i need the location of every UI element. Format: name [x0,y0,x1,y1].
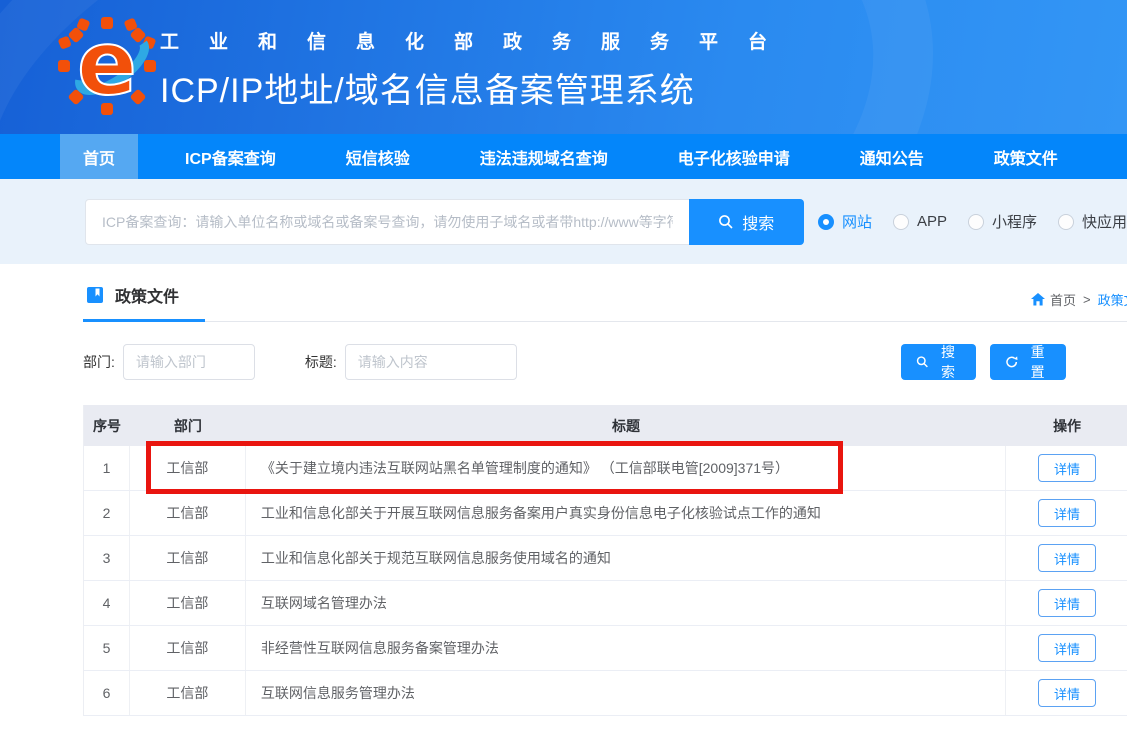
breadcrumb: 首页 > 政策文件 [1031,290,1127,309]
search-icon [916,355,929,369]
nav-item-sms-verify[interactable]: 短信核验 [346,134,410,179]
policy-table: 序号 部门 标题 操作 1 工信部 《关于建立境内违法互联网站黑名单管理制度的通… [83,405,1127,716]
header-index: 序号 [84,416,130,436]
filter-search-label: 搜索 [935,342,961,382]
icp-search-band: 搜索 网站 APP 小程序 快应用 [0,179,1127,264]
icp-search-input[interactable] [85,199,689,245]
radio-miniprogram[interactable]: 小程序 [968,211,1037,232]
detail-button[interactable]: 详情 [1038,679,1096,707]
cell-index: 1 [84,446,130,490]
breadcrumb-separator: > [1083,292,1091,307]
dept-filter-label: 部门: [83,352,115,372]
radio-quickapp-icon [1058,214,1074,230]
cell-dept: 工信部 [130,671,246,715]
icp-search-button[interactable]: 搜索 [689,199,804,245]
cell-title: 非经营性互联网信息服务备案管理办法 [246,626,1006,670]
radio-quickapp[interactable]: 快应用 [1058,211,1127,232]
home-icon [1031,293,1045,306]
platform-title: 工业和信息化部政务服务平台 [160,27,797,54]
cell-dept: 工信部 [130,536,246,580]
system-title: ICP/IP地址/域名信息备案管理系统 [160,63,797,112]
cell-dept: 工信部 [130,581,246,625]
tab-policy-files[interactable]: 政策文件 [86,283,179,307]
radio-miniprogram-icon [968,214,984,230]
nav-item-notices[interactable]: 通知公告 [860,134,924,179]
tab-active-underline [83,319,205,322]
nav-item-policy-files[interactable]: 政策文件 [994,134,1058,179]
nav-item-icp-query[interactable]: ICP备案查询 [185,134,276,179]
app-header: e 工业和信息化部政务服务平台 ICP/IP地址/域名信息备案管理系统 [0,0,1127,134]
cell-title: 互联网信息服务管理办法 [246,671,1006,715]
detail-button[interactable]: 详情 [1038,454,1096,482]
cell-title: 工业和信息化部关于规范互联网信息服务使用域名的通知 [246,536,1006,580]
section-title: 政策文件 [115,283,179,307]
radio-miniprogram-label: 小程序 [992,211,1037,232]
cell-index: 2 [84,491,130,535]
dept-filter-input[interactable] [123,344,255,380]
title-filter-input[interactable] [345,344,517,380]
title-filter-label: 标题: [305,352,337,372]
detail-button[interactable]: 详情 [1038,634,1096,662]
header-dept: 部门 [130,416,246,436]
nav-item-e-verification[interactable]: 电子化核验申请 [678,134,790,179]
breadcrumb-current: 政策文件 [1098,290,1127,309]
cell-index: 6 [84,671,130,715]
main-nav: 首页 ICP备案查询 短信核验 违法违规域名查询 电子化核验申请 通知公告 政策… [0,134,1127,179]
radio-website-icon [818,214,834,230]
radio-quickapp-label: 快应用 [1082,211,1127,232]
radio-website-label: 网站 [842,211,872,232]
table-row: 6 工信部 互联网信息服务管理办法 详情 [84,671,1127,716]
cell-dept: 工信部 [130,626,246,670]
table-row: 3 工信部 工业和信息化部关于规范互联网信息服务使用域名的通知 详情 [84,536,1127,581]
table-header-row: 序号 部门 标题 操作 [84,405,1127,446]
filter-reset-button[interactable]: 重置 [990,344,1066,380]
document-icon [86,286,104,304]
radio-app-icon [893,214,909,230]
cell-title: 互联网域名管理办法 [246,581,1006,625]
table-row: 1 工信部 《关于建立境内违法互联网站黑名单管理制度的通知》 （工信部联电管[2… [84,446,1127,491]
table-row: 5 工信部 非经营性互联网信息服务备案管理办法 详情 [84,626,1127,671]
filter-search-button[interactable]: 搜索 [901,344,976,380]
table-row: 4 工信部 互联网域名管理办法 详情 [84,581,1127,626]
detail-button[interactable]: 详情 [1038,589,1096,617]
header-titles: 工业和信息化部政务服务平台 ICP/IP地址/域名信息备案管理系统 [160,27,797,112]
main-content: 政策文件 首页 > 政策文件 部门: 标题: 搜索 [0,264,1127,751]
detail-button[interactable]: 详情 [1038,544,1096,572]
cell-index: 5 [84,626,130,670]
header-op: 操作 [1006,416,1127,436]
miit-gear-logo-icon: e [56,15,158,117]
radio-app-label: APP [917,213,947,230]
table-row: 2 工信部 工业和信息化部关于开展互联网信息服务备案用户真实身份信息电子化核验试… [84,491,1127,536]
detail-button[interactable]: 详情 [1038,499,1096,527]
breadcrumb-home[interactable]: 首页 [1031,290,1076,309]
refresh-icon [1005,355,1018,369]
cell-title: 工业和信息化部关于开展互联网信息服务备案用户真实身份信息电子化核验试点工作的通知 [246,491,1006,535]
query-type-group: 网站 APP 小程序 快应用 [818,211,1127,232]
nav-item-illegal-domain-query[interactable]: 违法违规域名查询 [480,134,608,179]
cell-index: 4 [84,581,130,625]
filter-row: 部门: 标题: 搜索 重置 [83,344,1127,380]
cell-title: 《关于建立境内违法互联网站黑名单管理制度的通知》 （工信部联电管[2009]37… [246,446,1006,490]
filter-reset-label: 重置 [1024,342,1051,382]
icp-search-button-label: 搜索 [742,210,774,234]
header-title: 标题 [246,416,1006,436]
section-divider [83,321,1127,322]
svg-text:e: e [77,15,137,115]
cell-dept: 工信部 [130,446,246,490]
nav-item-home[interactable]: 首页 [60,134,138,179]
radio-website[interactable]: 网站 [818,211,872,232]
cell-index: 3 [84,536,130,580]
cell-dept: 工信部 [130,491,246,535]
breadcrumb-home-label: 首页 [1050,290,1076,309]
search-icon [718,214,734,230]
radio-app[interactable]: APP [893,213,947,230]
